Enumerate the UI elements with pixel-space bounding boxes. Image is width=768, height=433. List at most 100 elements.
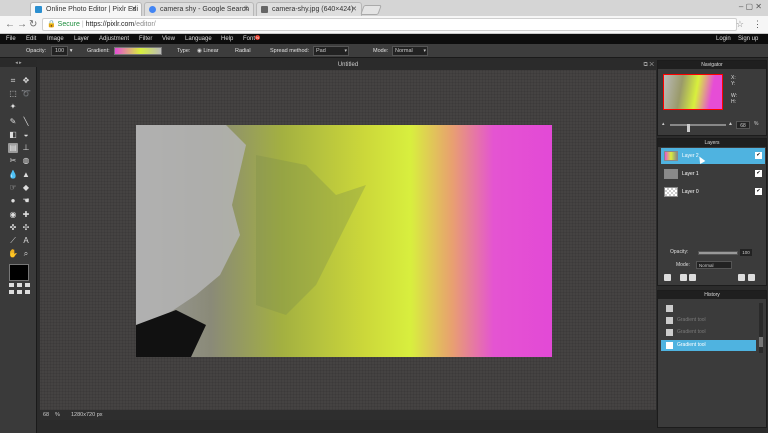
browser-menu-icon[interactable]: ⋮ — [753, 19, 762, 30]
sharpen-icon[interactable]: ▲ — [21, 170, 31, 180]
layer-mode-select[interactable]: Normal — [696, 261, 732, 269]
type-radial-radio[interactable]: Radial — [235, 44, 251, 58]
new-tab-button[interactable] — [360, 5, 382, 15]
type-linear-radio[interactable]: ◉ Linear — [197, 44, 219, 58]
zoom-out-icon[interactable]: ▴ — [662, 121, 665, 127]
mask-icon[interactable] — [680, 274, 687, 281]
menu-layer[interactable]: Layer — [74, 34, 89, 44]
menu-filter[interactable]: Filter — [139, 34, 152, 44]
checkbox-icon[interactable]: ✔ — [755, 188, 762, 195]
gradient-tool-icon[interactable]: ▤ — [8, 143, 18, 153]
history-item[interactable]: Gradient tool — [661, 315, 756, 326]
zoom-slider-knob[interactable] — [687, 124, 690, 132]
sponge-icon[interactable]: ◆ — [21, 183, 31, 193]
menu-image[interactable]: Image — [47, 34, 64, 44]
wand-icon[interactable]: ✦ — [8, 102, 18, 112]
history-item[interactable] — [661, 303, 756, 314]
menu-language[interactable]: Language — [185, 34, 212, 44]
spread-select[interactable]: Pad — [313, 44, 349, 58]
bloat-icon[interactable]: ✜ — [8, 223, 18, 233]
bucket-icon[interactable]: ◒ — [21, 130, 31, 140]
layer-row[interactable]: Layer 1 ✔ — [661, 166, 765, 182]
window-controls[interactable]: ‒ ▢ ✕ — [739, 2, 762, 11]
signup-link[interactable]: Sign up — [738, 34, 758, 44]
login-link[interactable]: Login — [716, 34, 731, 44]
opacity-value[interactable]: 100 ▾ — [51, 44, 72, 58]
lasso-icon[interactable]: ➰ — [21, 89, 31, 99]
new-layer-icon[interactable] — [738, 274, 745, 281]
grid-cell-icon — [17, 290, 22, 294]
document-window-controls[interactable]: ⧉ ✕ — [643, 60, 654, 70]
reload-icon[interactable]: ↻ — [29, 18, 37, 31]
history-scrollbar-thumb[interactable] — [759, 337, 763, 347]
dodge-icon[interactable]: ● — [8, 196, 18, 206]
image-canvas[interactable] — [136, 125, 552, 357]
layer-row[interactable]: Layer 2 ✔ — [661, 148, 765, 164]
history-item[interactable]: Gradient tool — [661, 327, 756, 338]
menu-view[interactable]: View — [162, 34, 175, 44]
checkbox-icon[interactable]: ✔ — [755, 170, 762, 177]
marquee-icon[interactable]: ⬚ — [8, 89, 18, 99]
mode-select[interactable]: Normal — [392, 44, 428, 58]
zoom-in-icon[interactable]: ▲ — [728, 121, 733, 127]
close-tab-icon[interactable]: ✕ — [131, 3, 137, 16]
grid-cell-icon — [17, 283, 22, 287]
url-input[interactable]: 🔒 Secure | https://pixlr.com/editor/ — [42, 18, 737, 31]
layer-opacity-slider[interactable] — [698, 251, 738, 255]
document-dimensions: 1280x720 px — [71, 412, 103, 418]
layer-style-icon[interactable] — [689, 274, 696, 281]
stamp-icon[interactable]: ⊥ — [21, 143, 31, 153]
opacity-input[interactable]: 100 — [51, 46, 69, 56]
close-tab-icon[interactable]: ✕ — [351, 3, 357, 16]
horizontal-scrollbar[interactable] — [40, 420, 656, 428]
pencil-icon[interactable]: ✎ — [8, 117, 18, 127]
layer-row[interactable]: Layer 0 ✔ — [661, 184, 765, 200]
menu-edit[interactable]: Edit — [26, 34, 36, 44]
pinch-icon[interactable]: ✣ — [21, 223, 31, 233]
close-tab-icon[interactable]: ✕ — [243, 3, 249, 16]
layer-opacity-input[interactable]: 100 — [740, 249, 752, 256]
history-item[interactable]: Gradient tool — [661, 340, 756, 351]
menu-help[interactable]: Help — [221, 34, 233, 44]
history-scrollbar[interactable] — [759, 303, 763, 353]
delete-layer-icon[interactable] — [748, 274, 755, 281]
trash-icon[interactable] — [664, 274, 671, 281]
tab-image[interactable]: camera-shy.jpg (640×424) ✕ — [256, 2, 362, 16]
navigator-thumbnail[interactable] — [663, 74, 723, 110]
gradient-swatch[interactable] — [114, 47, 162, 55]
checkbox-icon[interactable]: ✔ — [755, 152, 762, 159]
navigator-zoom-input[interactable]: 68 — [736, 121, 750, 129]
tab-pixlr[interactable]: Online Photo Editor | Pixlr Edi ✕ — [30, 2, 142, 16]
zoom-value[interactable]: 68 — [43, 410, 49, 420]
spot-heal-icon[interactable]: ✚ — [21, 210, 31, 220]
tab-google-search[interactable]: camera shy - Google Search ✕ — [144, 2, 254, 16]
forward-arrow-icon[interactable]: → — [17, 18, 27, 31]
smudge-icon[interactable]: ☞ — [8, 183, 18, 193]
menu-font[interactable]: FontN — [243, 34, 260, 44]
chevron-down-icon[interactable]: ▾ — [70, 48, 73, 54]
brush-icon[interactable]: ╲ — [21, 117, 31, 127]
move-icon[interactable]: ✥ — [21, 76, 31, 86]
radio-selected-icon: ◉ — [197, 48, 202, 54]
eyedropper-icon[interactable]: ⟋ — [8, 236, 18, 246]
red-eye-icon[interactable]: ◉ — [8, 210, 18, 220]
hand-icon[interactable]: ✋ — [8, 249, 18, 259]
zoom-slider[interactable] — [670, 124, 726, 132]
back-arrow-icon[interactable]: ← — [5, 18, 15, 31]
bookmark-star-icon[interactable]: ☆ — [736, 19, 744, 30]
mode-value[interactable]: Normal — [392, 46, 428, 56]
menu-adjustment[interactable]: Adjustment — [99, 34, 129, 44]
color-replace-icon[interactable]: ✂ — [8, 156, 18, 166]
text-icon[interactable]: A — [21, 236, 31, 246]
drawing-icon[interactable]: ◍ — [21, 156, 31, 166]
crop-icon[interactable]: ⌗ — [8, 76, 18, 86]
grid-icon[interactable] — [9, 283, 31, 295]
burn-icon[interactable]: ☚ — [21, 196, 31, 206]
eraser-icon[interactable]: ◧ — [8, 130, 18, 140]
blur-icon[interactable]: 💧 — [8, 170, 18, 180]
spread-value[interactable]: Pad — [313, 46, 349, 56]
menu-file[interactable]: File — [6, 34, 16, 44]
color-swatch[interactable] — [9, 264, 29, 281]
navigator-title: Navigator — [658, 61, 766, 69]
zoom-icon[interactable]: ⌕ — [21, 249, 31, 259]
